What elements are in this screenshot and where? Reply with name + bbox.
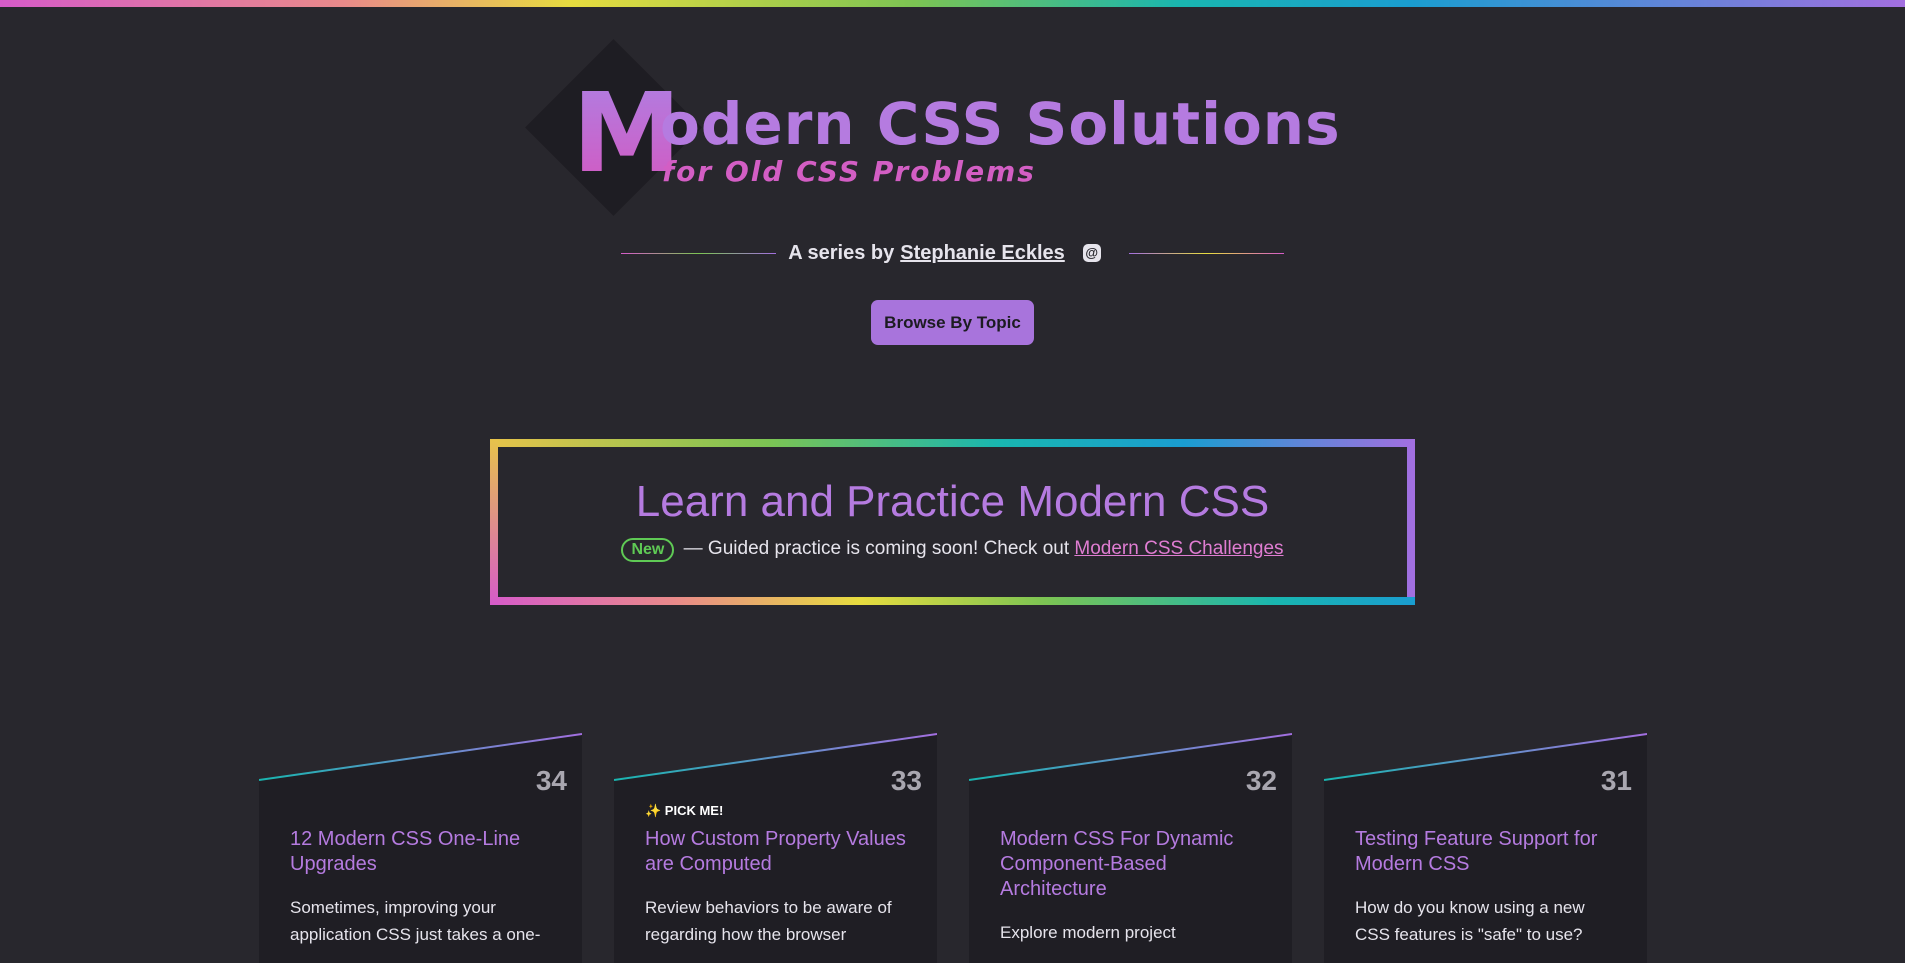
top-rainbow-bar [0,0,1905,7]
card-title[interactable]: 12 Modern CSS One-Line Upgrades [290,827,555,877]
new-badge: New [621,538,675,562]
card-title[interactable]: Modern CSS For Dynamic Component-Based A… [1000,827,1265,902]
card-description: How do you know using a new CSS features… [1355,898,1585,944]
mastodon-icon[interactable]: @ [1082,244,1101,262]
card-description: Sometimes, improving your application CS… [290,898,541,944]
pick-me-label: ✨ PICK ME! [645,803,724,818]
byline: A series by Stephanie Eckles @ [0,238,1905,268]
card-description: Review behaviors to be aware of regardin… [645,898,892,944]
site-subtitle: for Old CSS Problems [662,155,1036,188]
practice-title: Learn and Practice Modern CSS [635,477,1270,526]
card-number: 32 [1245,765,1277,796]
card-title[interactable]: How Custom Property Values are Computed [645,827,910,877]
site-title: odern CSS Solutions [660,90,1341,158]
article-card[interactable]: 33 ✨ PICK ME! How Custom Property Values… [614,733,937,963]
practice-text: — Guided practice is coming soon! Check … [683,538,1070,559]
challenges-link[interactable]: Modern CSS Challenges [1074,538,1283,559]
card-title[interactable]: Testing Feature Support for Modern CSS [1355,827,1620,877]
byline-prefix: A series by [788,241,895,264]
card-number: 34 [535,765,567,796]
article-card[interactable]: 32 Modern CSS For Dynamic Component-Base… [969,733,1292,963]
byline-rule-right [1128,252,1284,254]
browse-by-topic-button[interactable]: Browse By Topic [871,300,1034,345]
article-card[interactable]: 34 12 Modern CSS One-Line Upgrades Somet… [259,733,582,963]
practice-banner: Learn and Practice Modern CSS New — Guid… [490,439,1415,605]
article-card[interactable]: 31 Testing Feature Support for Modern CS… [1324,733,1647,963]
practice-text-line: New — Guided practice is coming soon! Ch… [498,538,1407,562]
author-link[interactable]: Stephanie Eckles [900,242,1065,265]
card-number: 33 [890,765,922,796]
byline-rule-left [621,252,777,254]
card-number: 31 [1600,765,1632,796]
